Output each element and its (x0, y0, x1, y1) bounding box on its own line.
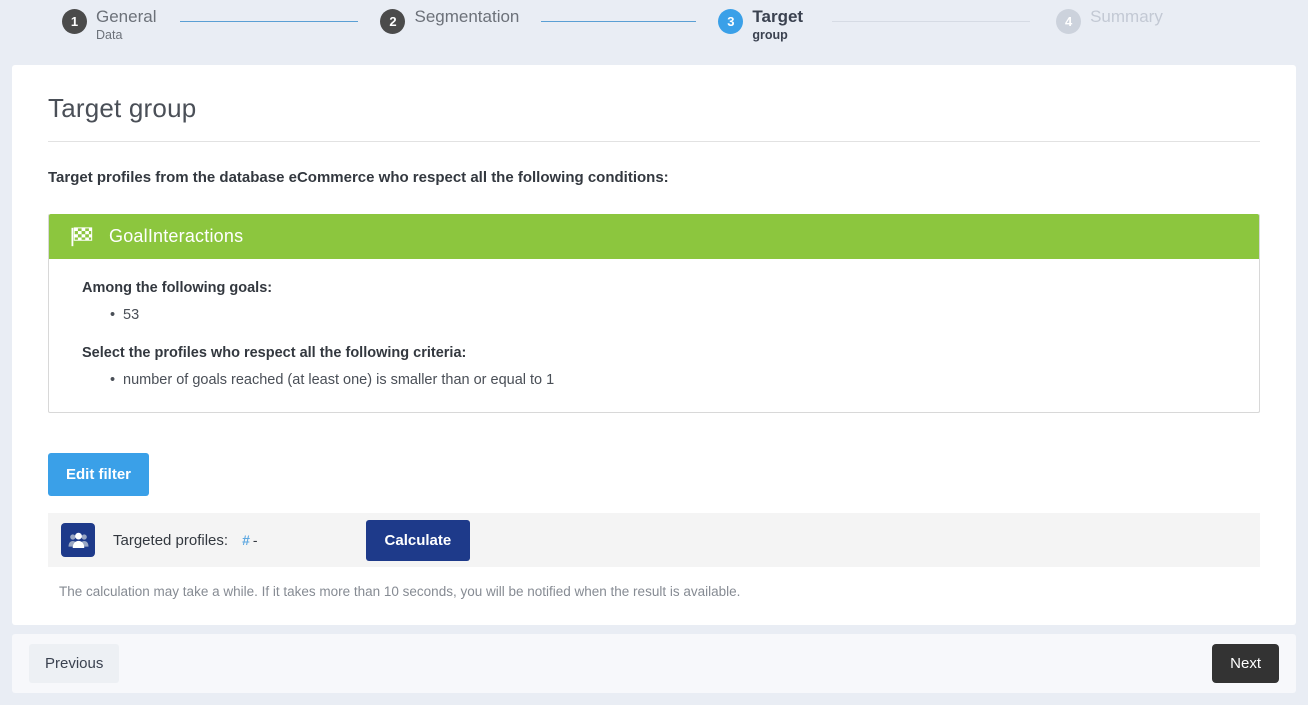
goals-list: 53 (82, 302, 1259, 323)
main-card: Target group Target profiles from the da… (12, 65, 1296, 625)
list-item: number of goals reached (at least one) i… (110, 367, 1259, 388)
edit-filter-button[interactable]: Edit filter (48, 453, 150, 496)
filter-panel-body: Among the following goals: 53 Select the… (49, 259, 1259, 412)
criteria-label: Select the profiles who respect all the … (82, 345, 467, 361)
wizard-footer-nav: Previous Next (12, 634, 1296, 693)
people-icon-badge (61, 523, 95, 557)
step-number-2: 2 (380, 9, 406, 34)
targeted-profiles-number: - (252, 532, 258, 548)
filter-panel: GoalInteractions Among the following goa… (48, 214, 1260, 413)
step-title-general: General (96, 7, 157, 26)
hash-icon: # (242, 532, 250, 548)
page-title: Target group (48, 65, 1260, 142)
step-title-target: Target (752, 7, 804, 26)
checkered-flag-icon (71, 226, 93, 246)
connector-3-4 (832, 21, 1031, 22)
people-icon (68, 532, 88, 548)
criteria-list: number of goals reached (at least one) i… (82, 367, 1259, 388)
step-number-1: 1 (62, 9, 87, 34)
step-title-segmentation: Segmentation (414, 7, 520, 26)
calculate-button[interactable]: Calculate (365, 519, 471, 561)
step-title-summary: Summary (1090, 7, 1163, 26)
step-number-3: 3 (718, 9, 744, 34)
calculation-note: The calculation may take a while. If it … (59, 584, 741, 599)
targeted-profiles-value: # - (242, 532, 257, 548)
connector-2-3 (541, 21, 697, 22)
targeted-profiles-label: Targeted profiles: (113, 531, 229, 549)
connector-1-2 (180, 21, 359, 22)
step-sub-general: Data (96, 27, 123, 42)
previous-button[interactable]: Previous (29, 644, 120, 683)
step-number-4: 4 (1056, 9, 1082, 34)
next-button[interactable]: Next (1212, 644, 1279, 683)
targeted-profiles-strip: Targeted profiles: # - Calculate (48, 513, 1260, 567)
step-summary[interactable]: 4 Summary (1056, 8, 1163, 34)
step-sub-target: group (752, 27, 788, 42)
step-target[interactable]: 3 Target group (718, 8, 803, 42)
filter-panel-title: GoalInteractions (109, 226, 244, 246)
step-segmentation[interactable]: 2 Segmentation (380, 8, 519, 34)
step-general[interactable]: 1 General Data (62, 8, 156, 42)
filter-panel-header: GoalInteractions (49, 214, 1259, 259)
list-item: 53 (110, 302, 1259, 323)
goals-label: Among the following goals: (82, 280, 273, 296)
wizard-stepper: 1 General Data 2 Segmentation 3 Target g… (0, 0, 1308, 58)
target-conditions-intro: Target profiles from the database eComme… (48, 169, 669, 186)
